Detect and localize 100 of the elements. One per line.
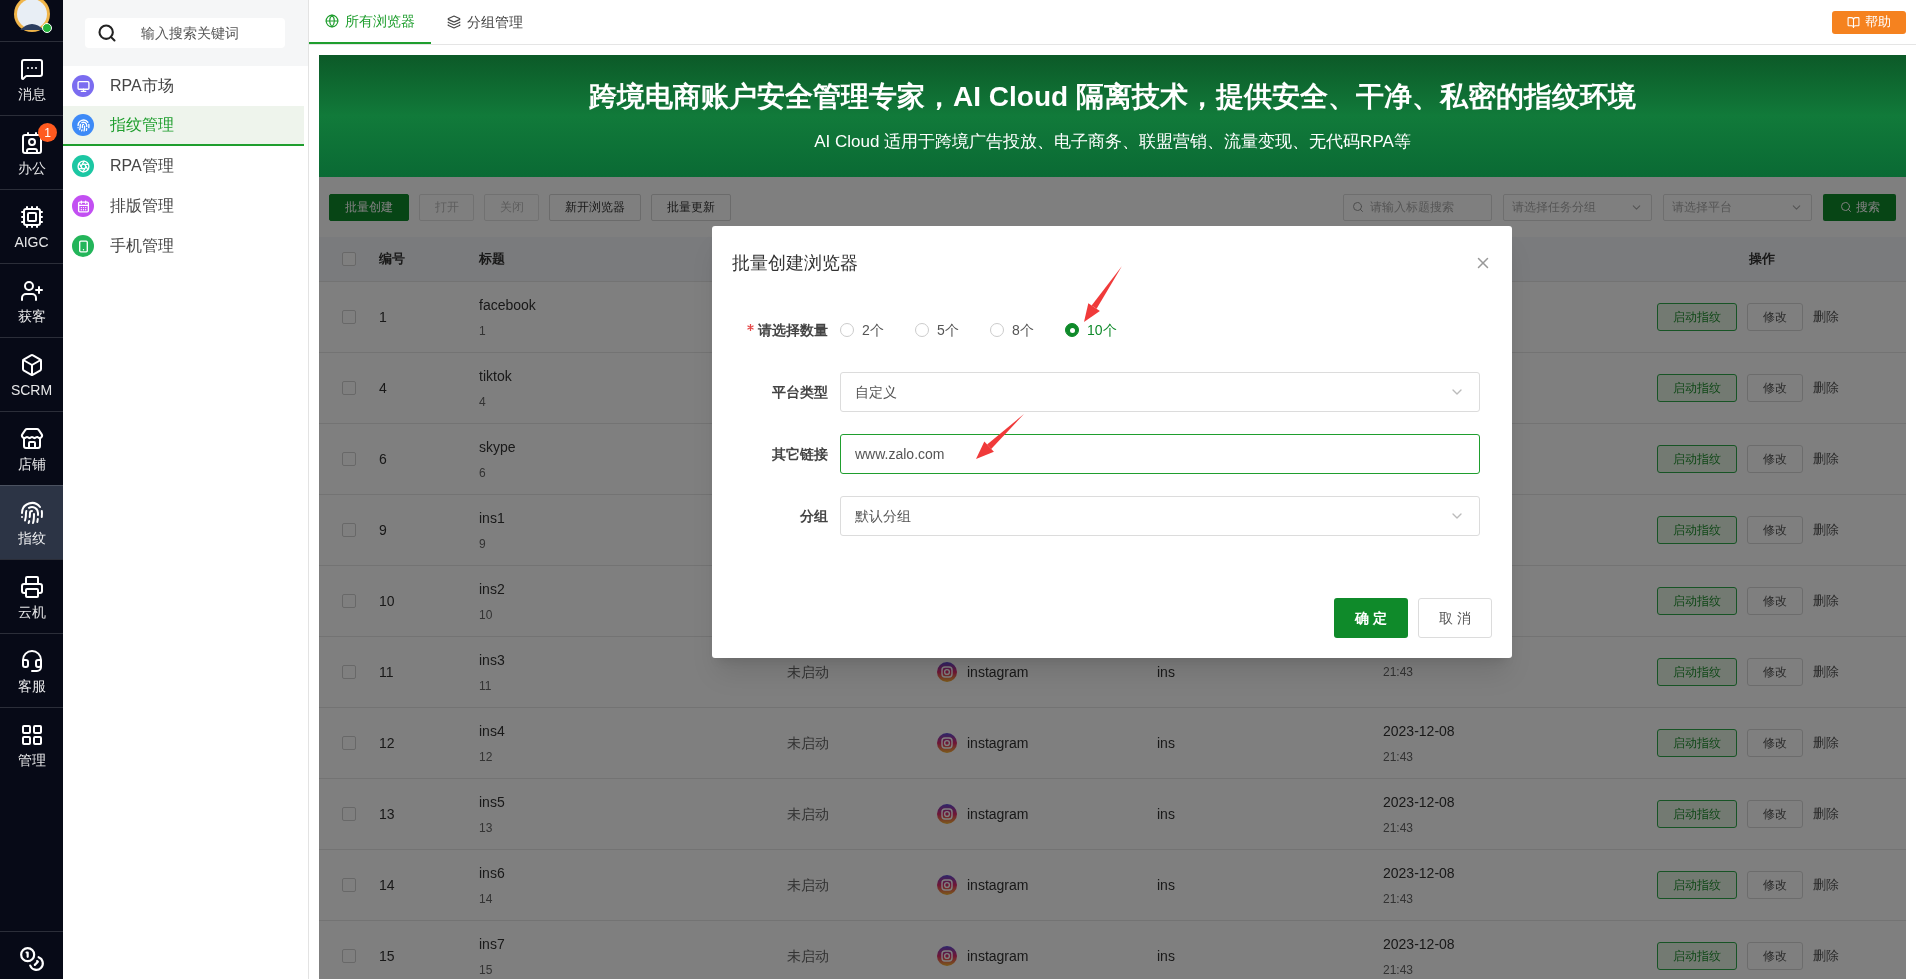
edit-button[interactable]: 修改 [1747, 303, 1803, 331]
select-field[interactable]: 自定义 [840, 372, 1480, 412]
search-field[interactable]: 输入搜索关键词 [85, 18, 285, 48]
table-cell-text: 4 [379, 378, 387, 398]
row-title: facebook [479, 295, 536, 315]
rail-label: 获客 [17, 308, 46, 323]
nav-item[interactable]: RPA市场 [63, 66, 304, 106]
start-button[interactable]: 启动指纹 [1657, 729, 1737, 757]
fingerprint-icon [19, 500, 44, 525]
camera-icon [937, 875, 957, 895]
coins-icon[interactable] [18, 946, 45, 972]
pointer-arrow [976, 414, 1024, 459]
contact-card-icon [19, 130, 44, 155]
start-button[interactable]: 启动指纹 [1657, 942, 1737, 970]
table-cell: ins [1157, 663, 1175, 680]
delete-link[interactable]: 删除 [1813, 307, 1839, 327]
start-button[interactable]: 启动指纹 [1657, 658, 1737, 686]
nav-item[interactable]: RPA管理 [63, 146, 304, 186]
edit-button[interactable]: 修改 [1747, 587, 1803, 615]
headset-icon [19, 648, 44, 673]
rail-label: AIGC [14, 234, 49, 249]
table-cell: ins [1157, 876, 1175, 893]
start-button[interactable]: 启动指纹 [1657, 374, 1737, 402]
start-button[interactable]: 启动指纹 [1657, 871, 1737, 899]
table-cell-text: 9 [379, 520, 387, 540]
cancel-button[interactable]: 取 消 [1418, 598, 1492, 638]
select-field[interactable]: 默认分组 [840, 496, 1480, 536]
row-date: 2023-12-08 [1383, 792, 1455, 812]
column-header: 编号 [379, 250, 405, 269]
field-label: 其它链接 [772, 444, 828, 464]
camera-icon [937, 662, 957, 682]
row-date: 2023-12-08 [1383, 863, 1455, 883]
table-cell-text: 14 [379, 875, 395, 895]
banner-title: 跨境电商账户安全管理专家，AI Cloud 隔离技术，提供安全、干净、私密的指纹环境 [589, 82, 1636, 111]
edit-button[interactable]: 修改 [1747, 729, 1803, 757]
required-icon [747, 324, 754, 331]
delete-link[interactable]: 删除 [1813, 946, 1839, 966]
column-header: 操作 [1749, 250, 1775, 269]
search-icon [97, 23, 117, 43]
link-input-field[interactable]: www.zalo.com [840, 434, 1480, 474]
edit-button[interactable]: 修改 [1747, 800, 1803, 828]
delete-link[interactable]: 删除 [1813, 875, 1839, 895]
table-cell-text: 1 [379, 307, 387, 327]
start-button[interactable]: 启动指纹 [1657, 516, 1737, 544]
field-label: 请选择数量 [747, 319, 828, 341]
grid-icon [19, 722, 44, 747]
edit-button[interactable]: 修改 [1747, 374, 1803, 402]
edit-button[interactable]: 修改 [1747, 942, 1803, 970]
platform-name: instagram [967, 804, 1029, 824]
help-button[interactable]: 帮助 [1832, 10, 1906, 34]
rail-label: 管理 [17, 752, 46, 767]
delete-link[interactable]: 删除 [1813, 378, 1839, 398]
start-button[interactable]: 启动指纹 [1657, 303, 1737, 331]
delete-link[interactable]: 删除 [1813, 804, 1839, 824]
start-button[interactable]: 启动指纹 [1657, 445, 1737, 473]
radio-option[interactable]: 2个 [840, 319, 915, 341]
nav-item[interactable]: 指纹管理 [63, 106, 304, 146]
row-date: 2023-12-08 [1383, 934, 1455, 954]
delete-link[interactable]: 删除 [1813, 449, 1839, 469]
delete-link[interactable]: 删除 [1813, 520, 1839, 540]
camera-icon [937, 804, 957, 824]
search-button[interactable]: 搜索 [1823, 193, 1896, 221]
radio-option[interactable]: 10个 [1065, 319, 1140, 341]
start-button[interactable]: 启动指纹 [1657, 800, 1737, 828]
table-cell: ins [1157, 805, 1175, 822]
tab[interactable]: 所有浏览器 [309, 0, 431, 44]
row-subtitle: 13 [479, 819, 493, 837]
delete-link[interactable]: 删除 [1813, 662, 1839, 682]
radio-option[interactable]: 5个 [915, 319, 990, 341]
nav-item[interactable]: 手机管理 [63, 226, 304, 266]
row-subtitle: 11 [479, 677, 492, 695]
row-time: 21:43 [1383, 890, 1414, 908]
row-title: skype [479, 437, 516, 457]
store-icon [19, 426, 44, 451]
delete-link[interactable]: 删除 [1813, 733, 1839, 753]
edit-button[interactable]: 修改 [1747, 516, 1803, 544]
search-icon [1352, 200, 1364, 213]
edit-button[interactable]: 修改 [1747, 871, 1803, 899]
row-title: ins4 [479, 721, 505, 741]
toolbar-button[interactable]: 批量创建 [329, 193, 409, 221]
field-label: 平台类型 [772, 382, 828, 402]
tab[interactable]: 分组管理 [431, 0, 539, 44]
toolbar-button[interactable]: 新开浏览器 [549, 193, 641, 221]
layers-icon [447, 15, 461, 29]
row-title: ins7 [479, 934, 505, 954]
confirm-button[interactable]: 确 定 [1334, 598, 1408, 638]
row-title: ins5 [479, 792, 505, 812]
toolbar-button[interactable]: 批量更新 [651, 193, 731, 221]
radio-option[interactable]: 8个 [990, 319, 1065, 341]
table-cell-text: 15 [379, 946, 395, 966]
edit-button[interactable]: 修改 [1747, 658, 1803, 686]
nav-item[interactable]: 排版管理 [63, 186, 304, 226]
edit-button[interactable]: 修改 [1747, 445, 1803, 473]
rail-label: 办公 [17, 160, 46, 175]
camera-icon [937, 733, 957, 753]
row-time: 21:43 [1383, 748, 1414, 766]
delete-link[interactable]: 删除 [1813, 591, 1839, 611]
pointer-arrow [1084, 266, 1122, 322]
start-button[interactable]: 启动指纹 [1657, 587, 1737, 615]
rail-item[interactable]: 指纹 [0, 485, 63, 559]
